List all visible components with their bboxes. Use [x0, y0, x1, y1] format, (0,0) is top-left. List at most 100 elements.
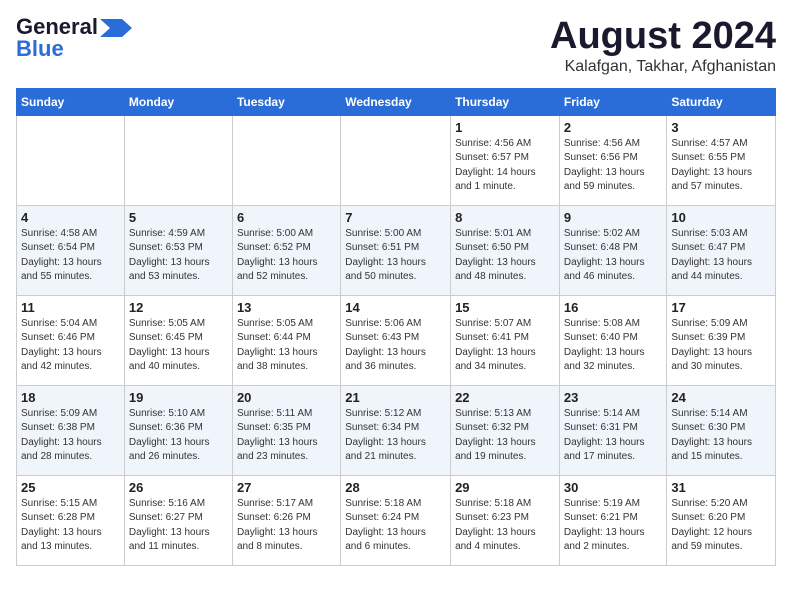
- title-block: August 2024 Kalafgan, Takhar, Afghanista…: [550, 16, 776, 76]
- calendar-week-row: 4 Sunrise: 4:58 AM Sunset: 6:54 PM Daylig…: [17, 205, 776, 295]
- day-number: 2: [564, 120, 663, 135]
- calendar-day-cell: 9 Sunrise: 5:02 AM Sunset: 6:48 PM Daylig…: [559, 205, 667, 295]
- calendar-day-cell: [341, 115, 451, 205]
- day-info: Sunrise: 5:00 AM Sunset: 6:52 PM Dayligh…: [237, 227, 336, 285]
- day-number: 6: [237, 210, 336, 225]
- weekday-header-cell: Sunday: [17, 88, 125, 115]
- day-number: 21: [345, 390, 446, 405]
- day-number: 27: [237, 480, 336, 495]
- weekday-header-cell: Monday: [124, 88, 232, 115]
- weekday-header-cell: Thursday: [451, 88, 560, 115]
- day-info: Sunrise: 5:08 AM Sunset: 6:40 PM Dayligh…: [564, 317, 663, 375]
- day-number: 28: [345, 480, 446, 495]
- calendar-day-cell: 19 Sunrise: 5:10 AM Sunset: 6:36 PM Dayli…: [124, 385, 232, 475]
- weekday-header-cell: Tuesday: [232, 88, 340, 115]
- day-number: 5: [129, 210, 228, 225]
- calendar-day-cell: 6 Sunrise: 5:00 AM Sunset: 6:52 PM Daylig…: [232, 205, 340, 295]
- day-info: Sunrise: 5:17 AM Sunset: 6:26 PM Dayligh…: [237, 497, 336, 555]
- calendar-day-cell: 27 Sunrise: 5:17 AM Sunset: 6:26 PM Dayli…: [232, 475, 340, 565]
- day-info: Sunrise: 5:05 AM Sunset: 6:44 PM Dayligh…: [237, 317, 336, 375]
- day-number: 10: [671, 210, 771, 225]
- day-info: Sunrise: 5:14 AM Sunset: 6:31 PM Dayligh…: [564, 407, 663, 465]
- day-info: Sunrise: 5:13 AM Sunset: 6:32 PM Dayligh…: [455, 407, 555, 465]
- day-number: 9: [564, 210, 663, 225]
- calendar-week-row: 1 Sunrise: 4:56 AM Sunset: 6:57 PM Daylig…: [17, 115, 776, 205]
- day-number: 23: [564, 390, 663, 405]
- logo-arrow-icon: [100, 19, 132, 37]
- calendar-day-cell: 29Sunrise: 5:18 AM Sunset: 6:23 PM Dayli…: [451, 475, 560, 565]
- day-number: 19: [129, 390, 228, 405]
- day-info: Sunrise: 5:06 AM Sunset: 6:43 PM Dayligh…: [345, 317, 446, 375]
- day-info: Sunrise: 4:59 AM Sunset: 6:53 PM Dayligh…: [129, 227, 228, 285]
- calendar-week-row: 25 Sunrise: 5:15 AM Sunset: 6:28 PM Dayli…: [17, 475, 776, 565]
- weekday-header-row: SundayMondayTuesdayWednesdayThursdayFrid…: [17, 88, 776, 115]
- day-info: Sunrise: 5:03 AM Sunset: 6:47 PM Dayligh…: [671, 227, 771, 285]
- calendar-day-cell: 12Sunrise: 5:05 AM Sunset: 6:45 PM Dayli…: [124, 295, 232, 385]
- day-info: Sunrise: 5:14 AM Sunset: 6:30 PM Dayligh…: [671, 407, 771, 465]
- day-number: 30: [564, 480, 663, 495]
- day-number: 18: [21, 390, 120, 405]
- weekday-header-cell: Friday: [559, 88, 667, 115]
- calendar-day-cell: [232, 115, 340, 205]
- day-info: Sunrise: 4:56 AM Sunset: 6:56 PM Dayligh…: [564, 137, 663, 195]
- day-info: Sunrise: 5:20 AM Sunset: 6:20 PM Dayligh…: [671, 497, 771, 555]
- logo-text: General: [16, 16, 98, 38]
- calendar-day-cell: 18Sunrise: 5:09 AM Sunset: 6:38 PM Dayli…: [17, 385, 125, 475]
- day-number: 8: [455, 210, 555, 225]
- day-info: Sunrise: 5:10 AM Sunset: 6:36 PM Dayligh…: [129, 407, 228, 465]
- calendar-day-cell: 25 Sunrise: 5:15 AM Sunset: 6:28 PM Dayli…: [17, 475, 125, 565]
- calendar-body: 1 Sunrise: 4:56 AM Sunset: 6:57 PM Daylig…: [17, 115, 776, 565]
- day-number: 15: [455, 300, 555, 315]
- day-info: Sunrise: 5:16 AM Sunset: 6:27 PM Dayligh…: [129, 497, 228, 555]
- day-info: Sunrise: 5:15 AM Sunset: 6:28 PM Dayligh…: [21, 497, 120, 555]
- logo-blue-text: Blue: [16, 38, 64, 60]
- calendar-day-cell: 21 Sunrise: 5:12 AM Sunset: 6:34 PM Dayli…: [341, 385, 451, 475]
- calendar-day-cell: 26Sunrise: 5:16 AM Sunset: 6:27 PM Dayli…: [124, 475, 232, 565]
- day-info: Sunrise: 5:09 AM Sunset: 6:39 PM Dayligh…: [671, 317, 771, 375]
- day-info: Sunrise: 4:58 AM Sunset: 6:54 PM Dayligh…: [21, 227, 120, 285]
- calendar-day-cell: 15 Sunrise: 5:07 AM Sunset: 6:41 PM Dayli…: [451, 295, 560, 385]
- day-number: 14: [345, 300, 446, 315]
- day-info: Sunrise: 4:57 AM Sunset: 6:55 PM Dayligh…: [671, 137, 771, 195]
- calendar-day-cell: 13Sunrise: 5:05 AM Sunset: 6:44 PM Dayli…: [232, 295, 340, 385]
- calendar-day-cell: 28Sunrise: 5:18 AM Sunset: 6:24 PM Dayli…: [341, 475, 451, 565]
- day-info: Sunrise: 5:11 AM Sunset: 6:35 PM Dayligh…: [237, 407, 336, 465]
- day-number: 11: [21, 300, 120, 315]
- day-number: 16: [564, 300, 663, 315]
- calendar-day-cell: 10 Sunrise: 5:03 AM Sunset: 6:47 PM Dayli…: [667, 205, 776, 295]
- day-number: 7: [345, 210, 446, 225]
- day-number: 12: [129, 300, 228, 315]
- day-info: Sunrise: 5:04 AM Sunset: 6:46 PM Dayligh…: [21, 317, 120, 375]
- location-subtitle: Kalafgan, Takhar, Afghanistan: [550, 58, 776, 76]
- day-number: 20: [237, 390, 336, 405]
- calendar-day-cell: [124, 115, 232, 205]
- day-number: 24: [671, 390, 771, 405]
- calendar-day-cell: 8 Sunrise: 5:01 AM Sunset: 6:50 PM Daylig…: [451, 205, 560, 295]
- calendar-day-cell: 17Sunrise: 5:09 AM Sunset: 6:39 PM Dayli…: [667, 295, 776, 385]
- day-info: Sunrise: 5:01 AM Sunset: 6:50 PM Dayligh…: [455, 227, 555, 285]
- logo: General Blue: [16, 16, 132, 60]
- calendar-day-cell: 24 Sunrise: 5:14 AM Sunset: 6:30 PM Dayli…: [667, 385, 776, 475]
- day-info: Sunrise: 5:18 AM Sunset: 6:23 PM Dayligh…: [455, 497, 555, 555]
- calendar-week-row: 18Sunrise: 5:09 AM Sunset: 6:38 PM Dayli…: [17, 385, 776, 475]
- page-header: General Blue August 2024 Kalafgan, Takha…: [16, 16, 776, 76]
- day-info: Sunrise: 4:56 AM Sunset: 6:57 PM Dayligh…: [455, 137, 555, 195]
- calendar-day-cell: 5 Sunrise: 4:59 AM Sunset: 6:53 PM Daylig…: [124, 205, 232, 295]
- day-info: Sunrise: 5:12 AM Sunset: 6:34 PM Dayligh…: [345, 407, 446, 465]
- calendar-day-cell: 7Sunrise: 5:00 AM Sunset: 6:51 PM Daylig…: [341, 205, 451, 295]
- calendar-day-cell: 14 Sunrise: 5:06 AM Sunset: 6:43 PM Dayli…: [341, 295, 451, 385]
- day-number: 22: [455, 390, 555, 405]
- day-number: 4: [21, 210, 120, 225]
- calendar-day-cell: 16 Sunrise: 5:08 AM Sunset: 6:40 PM Dayli…: [559, 295, 667, 385]
- calendar-week-row: 11 Sunrise: 5:04 AM Sunset: 6:46 PM Dayli…: [17, 295, 776, 385]
- calendar-day-cell: 31 Sunrise: 5:20 AM Sunset: 6:20 PM Dayli…: [667, 475, 776, 565]
- calendar-day-cell: 3 Sunrise: 4:57 AM Sunset: 6:55 PM Daylig…: [667, 115, 776, 205]
- day-number: 3: [671, 120, 771, 135]
- day-info: Sunrise: 5:07 AM Sunset: 6:41 PM Dayligh…: [455, 317, 555, 375]
- calendar-day-cell: 30Sunrise: 5:19 AM Sunset: 6:21 PM Dayli…: [559, 475, 667, 565]
- calendar-day-cell: 23 Sunrise: 5:14 AM Sunset: 6:31 PM Dayli…: [559, 385, 667, 475]
- day-number: 25: [21, 480, 120, 495]
- day-number: 1: [455, 120, 555, 135]
- day-number: 31: [671, 480, 771, 495]
- day-info: Sunrise: 5:02 AM Sunset: 6:48 PM Dayligh…: [564, 227, 663, 285]
